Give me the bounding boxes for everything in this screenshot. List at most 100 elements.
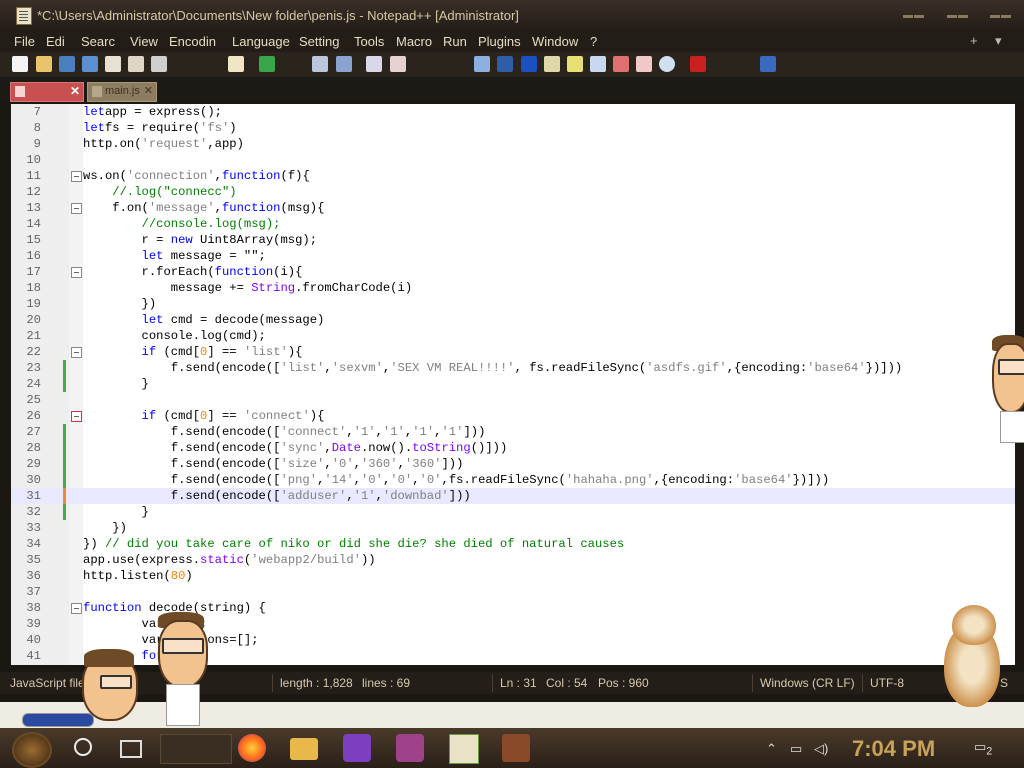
monitor-icon[interactable]: [613, 56, 629, 72]
record-macro-icon[interactable]: [636, 56, 652, 72]
code-line[interactable]: 20 let cmd = decode(message): [11, 312, 1015, 328]
code-line[interactable]: 33 }): [11, 520, 1015, 536]
code-line[interactable]: 24 }: [11, 376, 1015, 392]
code-line[interactable]: 15 r = new Uint8Array(msg);: [11, 232, 1015, 248]
code-line[interactable]: 7 letapp = express();: [11, 104, 1015, 120]
code-line[interactable]: 36 http.listen(80): [11, 568, 1015, 584]
zoom-in-icon[interactable]: [366, 56, 382, 72]
code-line[interactable]: 29 f.send(encode(['size','0','360','360'…: [11, 456, 1015, 472]
close-all-icon[interactable]: [128, 56, 144, 72]
app-icon[interactable]: [396, 734, 424, 762]
fold-toggle-icon[interactable]: [71, 603, 82, 614]
menu-settings[interactable]: Setting: [299, 34, 339, 49]
code-line[interactable]: 16 let message = "";: [11, 248, 1015, 264]
code-line[interactable]: 18 message += String.fromCharCode(i): [11, 280, 1015, 296]
save-icon[interactable]: [59, 56, 75, 72]
redo-icon[interactable]: [259, 56, 275, 72]
open-file-icon[interactable]: [36, 56, 52, 72]
code-line[interactable]: 19 }): [11, 296, 1015, 312]
menu-macro[interactable]: Macro: [396, 34, 432, 49]
menu-search[interactable]: Searc: [81, 34, 115, 49]
fold-toggle-icon[interactable]: [71, 203, 82, 214]
playback-icon[interactable]: [659, 56, 675, 72]
folder-workspace-icon[interactable]: [590, 56, 606, 72]
code-line[interactable]: 30 f.send(encode(['png','14','0','0','0'…: [11, 472, 1015, 488]
wrap-icon[interactable]: [474, 56, 490, 72]
fold-toggle-icon[interactable]: [71, 347, 82, 358]
indent-guide-icon[interactable]: [521, 56, 537, 72]
tray-chevron-icon[interactable]: ⌃: [766, 741, 777, 757]
close-button[interactable]: ▬▬: [990, 10, 1024, 22]
code-line[interactable]: 26 if (cmd[0] == 'connect'){: [11, 408, 1015, 424]
taskbar-search-box[interactable]: [160, 734, 232, 764]
stop-record-icon[interactable]: [690, 56, 706, 72]
menu-edit[interactable]: Edi: [46, 34, 65, 49]
file-explorer-icon[interactable]: [290, 738, 318, 760]
code-line[interactable]: 12 //.log("connecc"): [11, 184, 1015, 200]
code-line[interactable]: 11 ws.on('connection',function(f){: [11, 168, 1015, 184]
paste-icon[interactable]: [228, 56, 244, 72]
cortana-icon[interactable]: [74, 738, 92, 756]
code-line[interactable]: 21 console.log(cmd);: [11, 328, 1015, 344]
code-line[interactable]: 37: [11, 584, 1015, 600]
show-symbols-icon[interactable]: [497, 56, 513, 72]
code-editor[interactable]: 7 letapp = express(); 8 letfs = require('fs…: [11, 104, 1015, 665]
code-line[interactable]: 22 if (cmd[0] == 'list'){: [11, 344, 1015, 360]
notification-center-icon[interactable]: ▭2: [974, 739, 992, 758]
code-line[interactable]: 23 f.send(encode(['list','sexvm','SEX VM…: [11, 360, 1015, 376]
function-list-icon[interactable]: [567, 56, 583, 72]
code-line[interactable]: 25: [11, 392, 1015, 408]
task-view-icon[interactable]: [120, 740, 142, 758]
tab-main-js[interactable]: main.js ✕: [87, 82, 157, 102]
firefox-icon[interactable]: [238, 734, 266, 762]
start-button[interactable]: [12, 732, 52, 768]
code-line[interactable]: 14 //console.log(msg);: [11, 216, 1015, 232]
code-line[interactable]: 32 }: [11, 504, 1015, 520]
maximize-button[interactable]: ▬▬: [947, 10, 983, 22]
notepad-plus-plus-icon[interactable]: [449, 734, 479, 764]
network-icon[interactable]: ▭: [790, 741, 802, 757]
new-tab-button[interactable]: +: [970, 33, 978, 48]
fold-toggle-icon[interactable]: [71, 411, 82, 422]
code-line[interactable]: 8 letfs = require('fs'): [11, 120, 1015, 136]
visual-studio-icon[interactable]: [343, 734, 371, 762]
replace-icon[interactable]: [336, 56, 352, 72]
fold-toggle-icon[interactable]: [71, 267, 82, 278]
close-tab-icon[interactable]: ✕: [70, 84, 80, 98]
code-line[interactable]: 9 http.on('request',app): [11, 136, 1015, 152]
tab-list-button[interactable]: ▾: [995, 33, 1002, 49]
fold-toggle-icon[interactable]: [71, 171, 82, 182]
status-encoding[interactable]: UTF-8: [870, 676, 904, 690]
menu-file[interactable]: File: [14, 34, 35, 49]
menu-run[interactable]: Run: [443, 34, 467, 49]
taskbar-clock[interactable]: 7:04 PM: [852, 736, 935, 762]
code-line[interactable]: 28 f.send(encode(['sync',Date.now().toSt…: [11, 440, 1015, 456]
menu-tools[interactable]: Tools: [354, 34, 384, 49]
close-file-icon[interactable]: [105, 56, 121, 72]
new-file-icon[interactable]: [12, 56, 28, 72]
minimize-button[interactable]: ▬▬: [903, 10, 939, 22]
tab-penis-js[interactable]: ✕: [10, 82, 84, 102]
doc-map-icon[interactable]: [544, 56, 560, 72]
volume-icon[interactable]: ◁): [814, 741, 828, 757]
code-line[interactable]: 10: [11, 152, 1015, 168]
code-line[interactable]: 27 f.send(encode(['connect','1','1','1',…: [11, 424, 1015, 440]
menu-help[interactable]: ?: [590, 34, 597, 49]
menu-window[interactable]: Window: [532, 34, 578, 49]
run-macro-icon[interactable]: [760, 56, 776, 72]
menu-encoding[interactable]: Encodin: [169, 34, 216, 49]
code-line[interactable]: 13 f.on('message',function(msg){: [11, 200, 1015, 216]
code-line[interactable]: 17 r.forEach(function(i){: [11, 264, 1015, 280]
print-icon[interactable]: [151, 56, 167, 72]
menu-view[interactable]: View: [130, 34, 158, 49]
app-icon-2[interactable]: [502, 734, 530, 762]
close-tab-icon[interactable]: ✕: [144, 84, 153, 97]
find-icon[interactable]: [312, 56, 328, 72]
menu-plugins[interactable]: Plugins: [478, 34, 521, 49]
code-line[interactable]: 31 f.send(encode(['adduser','1','downbad…: [11, 488, 1015, 504]
save-all-icon[interactable]: [82, 56, 98, 72]
code-line[interactable]: 34}) // did you take care of niko or did…: [11, 536, 1015, 552]
status-eol[interactable]: Windows (CR LF): [760, 676, 855, 690]
zoom-out-icon[interactable]: [390, 56, 406, 72]
title-bar[interactable]: *C:\Users\Administrator\Documents\New fo…: [0, 0, 1024, 32]
